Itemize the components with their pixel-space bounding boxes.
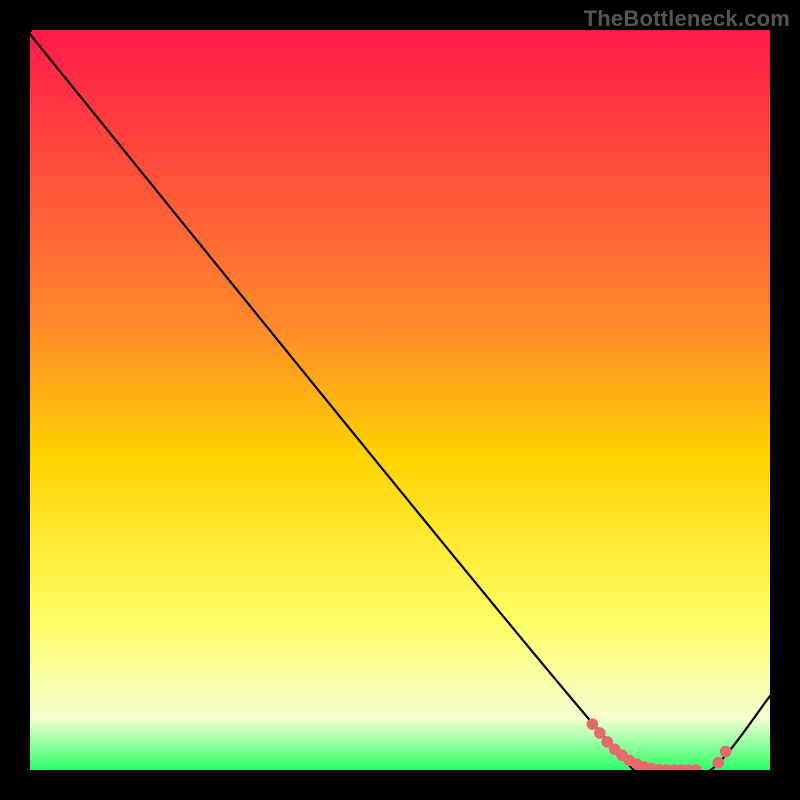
marker-dot <box>720 746 732 758</box>
chart-svg <box>30 30 770 770</box>
gradient-background <box>30 30 770 770</box>
marker-dot <box>712 757 724 769</box>
marker-dot <box>594 727 606 739</box>
watermark-text: TheBottleneck.com <box>584 6 790 32</box>
chart-plot <box>30 30 770 770</box>
chart-frame: TheBottleneck.com <box>0 0 800 800</box>
marker-dot <box>587 718 599 730</box>
